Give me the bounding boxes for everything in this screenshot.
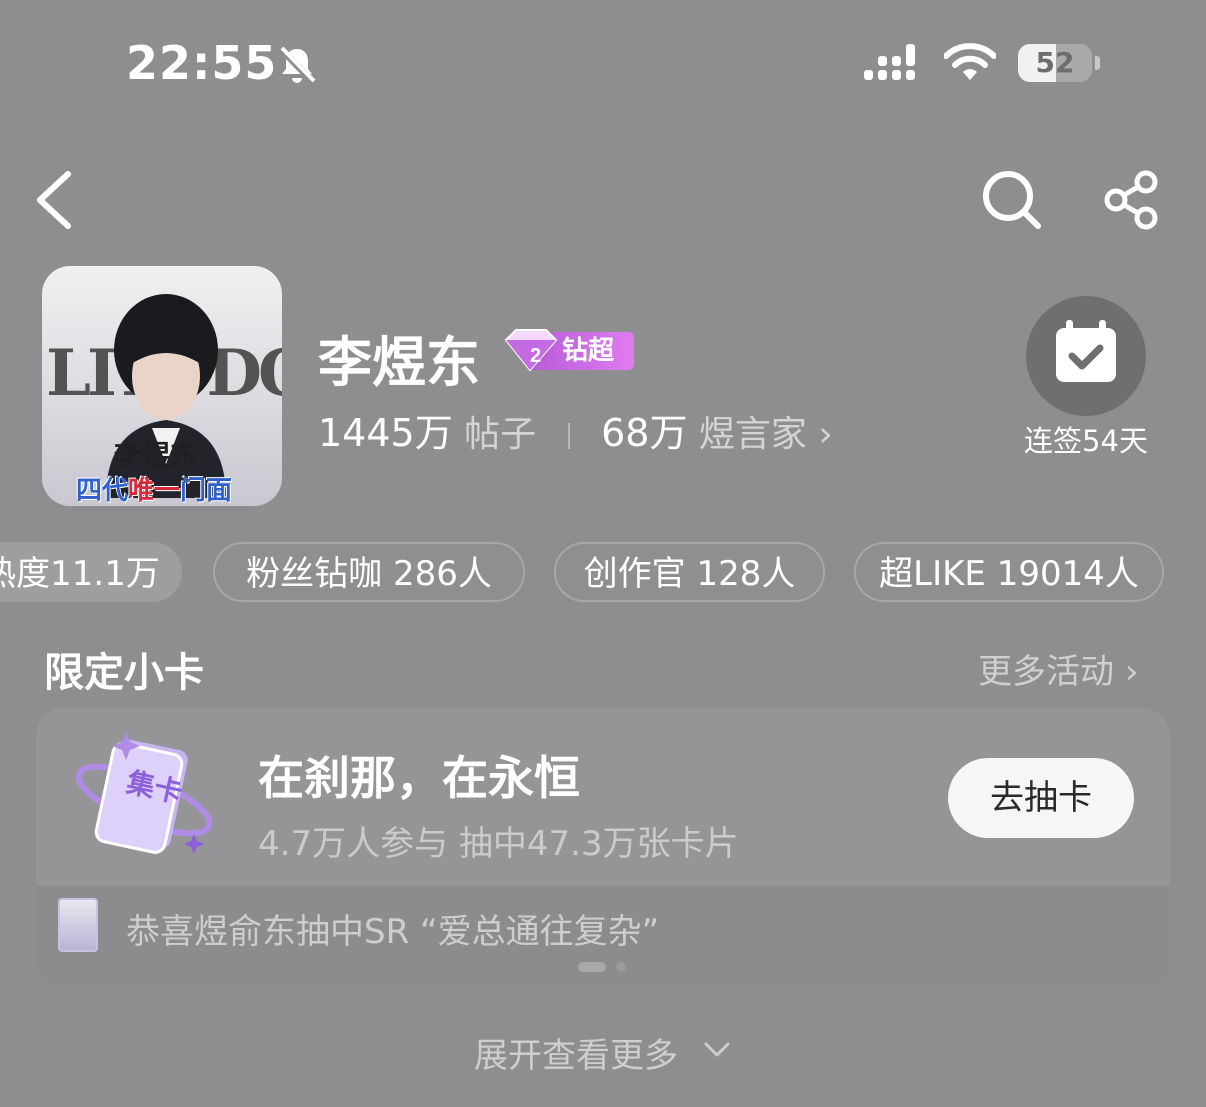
ticker-text: 恭喜煜俞东抽中SR “爱总通往复杂”: [126, 912, 660, 952]
fans-label: 煜言家: [698, 414, 807, 455]
tag-super-like[interactable]: 超LIKE 19014人: [854, 542, 1164, 602]
card-subtitle: 4.7万人参与 抽中47.3万张卡片: [258, 824, 739, 864]
topic-title: 李煜东: [318, 331, 480, 394]
chevron-right-icon: ›: [1124, 652, 1139, 692]
share-icon[interactable]: [1100, 168, 1164, 232]
back-button[interactable]: [30, 168, 80, 232]
stats-divider: [567, 423, 570, 449]
expand-more-link[interactable]: 展开查看更多: [474, 1028, 678, 1077]
card-title: 在刹那，在永恒: [258, 751, 580, 805]
avatar-name: 李煜东: [114, 439, 199, 472]
status-time: 22:55: [126, 36, 278, 90]
more-activities-label: 更多活动: [978, 652, 1114, 692]
battery-percent: 52: [1035, 46, 1075, 79]
posts-label: 帖子: [464, 414, 537, 455]
posts-count: 1445万: [318, 411, 453, 455]
tag-fan-diamond[interactable]: 粉丝钻咖 286人: [213, 542, 525, 602]
chevron-down-icon[interactable]: [704, 1040, 730, 1060]
search-icon[interactable]: [980, 168, 1044, 232]
super-topic-avatar[interactable]: LIYUDONG 李煜东 四代唯一门面: [42, 266, 282, 506]
ticker-thumbnail: [58, 898, 98, 952]
bell-muted-icon: [278, 46, 316, 85]
checkin-label: 连签54天: [1024, 424, 1148, 458]
cellular-signal-icon: [864, 44, 915, 80]
battery-indicator: 52: [1018, 44, 1100, 84]
diamond-super-badge[interactable]: 2 钻超: [500, 328, 634, 372]
avatar-banner: 四代唯一门面: [76, 476, 233, 506]
checkin-button[interactable]: [1026, 296, 1146, 416]
tag-creator[interactable]: 创作官 128人: [554, 542, 825, 602]
tag-heat[interactable]: 热度11.1万: [0, 542, 182, 602]
more-activities-link[interactable]: 更多活动 ›: [978, 644, 1138, 693]
section-title: 限定小卡: [44, 650, 204, 696]
pager-dot: [616, 962, 626, 972]
calendar-check-icon: [1056, 320, 1116, 382]
card-collect-icon: 集卡: [75, 732, 213, 854]
fans-count: 68万: [601, 411, 688, 455]
topic-stats[interactable]: 1445万 帖子 68万 煜言家 ›: [318, 402, 833, 455]
draw-card-button[interactable]: 去抽卡: [948, 758, 1134, 838]
svg-text:2: 2: [530, 345, 541, 367]
chevron-right-icon: ›: [818, 414, 833, 455]
pager-dot-active: [578, 962, 606, 972]
diamond-icon: 2: [504, 329, 558, 372]
wifi-icon: [944, 43, 996, 80]
badge-label: 钻超: [562, 336, 615, 366]
